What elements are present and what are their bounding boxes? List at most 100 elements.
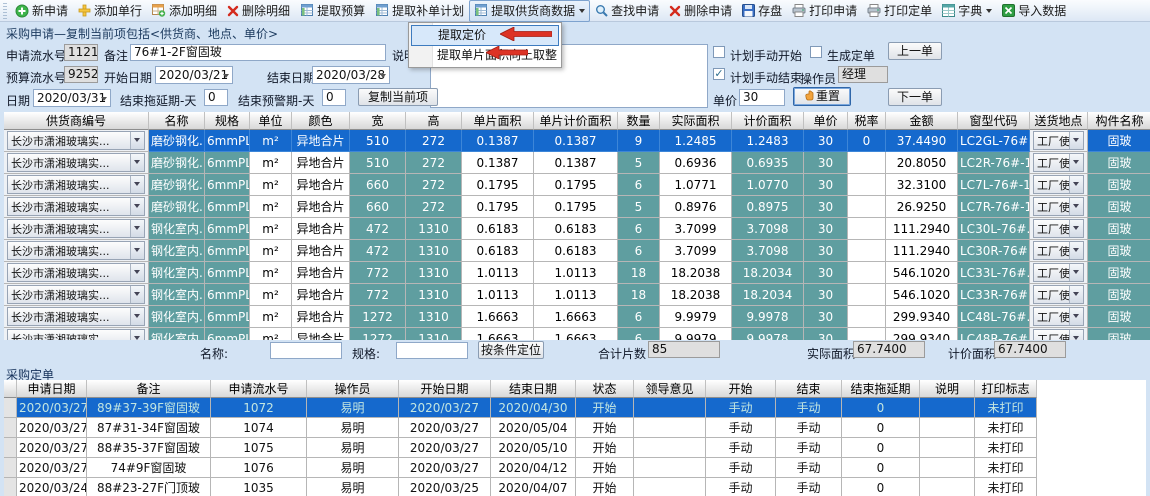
cell-delivery-combobox[interactable]: 工厂使用: [1030, 152, 1088, 174]
chevron-down-icon[interactable]: [130, 264, 144, 281]
order-row[interactable]: 2020/03/27 74#9F窗固玻 1076 易明 2020/03/27 2…: [4, 458, 1037, 478]
row-gutter[interactable]: [4, 438, 17, 458]
cell-supplier-combobox[interactable]: 长沙市潇湘玻璃实...: [4, 262, 149, 284]
budget-serial-field[interactable]: 9252: [64, 66, 98, 83]
cell-delivery-combobox[interactable]: 工厂使用: [1030, 262, 1088, 284]
chevron-down-icon[interactable]: [130, 220, 144, 237]
detail-table-row[interactable]: 长沙市潇湘玻璃实... 磨砂钢化... 6mmPLE... m² 异地合片 66…: [4, 174, 1150, 196]
end-delay-field[interactable]: 0: [204, 89, 228, 106]
cell-delivery-combobox[interactable]: 工厂使用: [1030, 306, 1088, 328]
order-row[interactable]: 2020/03/24 88#23-27F门顶玻 1035 易明 2020/03/…: [4, 478, 1037, 496]
cell-delivery-combobox[interactable]: 工厂使用: [1030, 284, 1088, 306]
plan-manual-start-checkbox[interactable]: [713, 46, 725, 58]
dictionary-button[interactable]: 字典: [937, 0, 997, 22]
chevron-down-icon[interactable]: [1069, 198, 1083, 215]
chevron-down-icon[interactable]: [130, 308, 144, 325]
toolbar-grip[interactable]: [3, 3, 7, 19]
cell-supplier-combobox[interactable]: 长沙市潇湘玻璃实...: [4, 174, 149, 196]
detail-table-row[interactable]: 长沙市潇湘玻璃实... 磨砂钢化... 6mmPLE... m² 异地合片 66…: [4, 196, 1150, 218]
chevron-down-icon[interactable]: [1069, 220, 1083, 237]
order-row[interactable]: 2020/03/27 87#31-34F窗固玻 1074 易明 2020/03/…: [4, 418, 1037, 438]
cell-supplier-combobox[interactable]: 长沙市潇湘玻璃实...: [4, 306, 149, 328]
col-start-date: 开始日期: [399, 380, 491, 398]
detail-table-row[interactable]: 长沙市潇湘玻璃实... 钢化室内... 6mmPLE... m² 异地合片 77…: [4, 284, 1150, 306]
cell-actual-area: 0.6936: [660, 152, 732, 174]
chevron-down-icon[interactable]: [1069, 176, 1083, 193]
cell-supplier-combobox[interactable]: 长沙市潇湘玻璃实...: [4, 284, 149, 306]
cell-delivery-combobox[interactable]: 工厂使用: [1030, 130, 1088, 152]
start-date-combobox[interactable]: 2020/03/21: [155, 66, 233, 84]
chevron-down-icon[interactable]: [1069, 330, 1083, 340]
import-data-button[interactable]: 导入数据: [997, 0, 1071, 22]
extract-supplement-plan-button[interactable]: 提取补单计划: [370, 0, 469, 22]
detail-table-row[interactable]: 长沙市潇湘玻璃实... 磨砂钢化... 6mmPLE... m² 异地合片 51…: [4, 152, 1150, 174]
menu-item-extract-piece-area-roundup[interactable]: 提取单片面积向上取整: [411, 46, 559, 65]
extract-supplier-data-button[interactable]: 提取供货商数据: [469, 0, 590, 22]
order-row[interactable]: 2020/03/27 89#37-39F窗固玻 1072 易明 2020/03/…: [4, 398, 1037, 418]
delete-detail-button[interactable]: 删除明细: [222, 0, 295, 22]
copy-current-button[interactable]: 复制当前项: [358, 88, 438, 106]
order-row[interactable]: 2020/03/27 88#35-37F窗固玻 1075 易明 2020/03/…: [4, 438, 1037, 458]
extract-budget-button[interactable]: 提取预算: [295, 0, 370, 22]
add-detail-button[interactable]: 添加明细: [147, 0, 222, 22]
end-date-combobox[interactable]: 2020/03/28: [312, 66, 390, 84]
cell-supplier-combobox[interactable]: 长沙市潇湘玻璃实...: [4, 196, 149, 218]
filter-name-field[interactable]: [270, 342, 342, 359]
detail-table-row[interactable]: 长沙市潇湘玻璃实... 磨砂钢化... 6mmPLE... m² 异地合片 51…: [4, 130, 1150, 152]
chevron-down-icon[interactable]: [130, 198, 144, 215]
date-combobox[interactable]: 2020/03/31: [33, 89, 111, 107]
print-application-button[interactable]: 打印申请: [787, 0, 862, 22]
plan-manual-end-checkbox[interactable]: [713, 68, 725, 80]
print-order-button[interactable]: 打印定单: [862, 0, 937, 22]
remark-field[interactable]: 76#1-2F窗固玻: [130, 44, 386, 61]
next-order-button[interactable]: 下一单: [888, 88, 942, 106]
chevron-down-icon[interactable]: [130, 330, 144, 340]
row-gutter[interactable]: [4, 418, 17, 438]
unit-price-field[interactable]: 30: [739, 89, 785, 106]
chevron-down-icon[interactable]: [1069, 242, 1083, 259]
chevron-down-icon[interactable]: [130, 154, 144, 171]
detail-table-row[interactable]: 长沙市潇湘玻璃实... 钢化室内... 6mmPLE... m² 异地合片 77…: [4, 262, 1150, 284]
cell-delivery-combobox[interactable]: 工厂使用: [1030, 240, 1088, 262]
chevron-down-icon[interactable]: [1069, 264, 1083, 281]
detail-table-row[interactable]: 长沙市潇湘玻璃实... 钢化室内... 6mmPLE... m² 异地合片 12…: [4, 306, 1150, 328]
detail-table-row[interactable]: 长沙市潇湘玻璃实... 钢化室内... 6mmPLE... m² 异地合片 47…: [4, 240, 1150, 262]
chevron-down-icon[interactable]: [130, 132, 144, 149]
cell-supplier-combobox[interactable]: 长沙市潇湘玻璃实...: [4, 240, 149, 262]
search-application-button[interactable]: 查找申请: [590, 0, 664, 22]
cell-supplier-combobox[interactable]: 长沙市潇湘玻璃实...: [4, 152, 149, 174]
apply-serial-field[interactable]: 1121: [64, 44, 98, 61]
chevron-down-icon[interactable]: [1069, 286, 1083, 303]
detail-table-row[interactable]: 长沙市潇湘玻璃实... 钢化室内... 6mmPLE... m² 异地合片 47…: [4, 218, 1150, 240]
chevron-down-icon[interactable]: [1069, 308, 1083, 325]
prev-order-button[interactable]: 上一单: [888, 42, 942, 60]
locate-by-condition-button[interactable]: 按条件定位: [478, 341, 544, 359]
cell-supplier-combobox[interactable]: 长沙市潇湘玻璃实...: [4, 218, 149, 240]
end-warn-field[interactable]: 0: [322, 89, 346, 106]
add-single-row-button[interactable]: 添加单行: [73, 0, 147, 22]
cell-delivery-combobox[interactable]: 工厂使用: [1030, 174, 1088, 196]
chevron-down-icon[interactable]: [130, 286, 144, 303]
row-gutter[interactable]: [4, 478, 17, 496]
save-button[interactable]: 存盘: [737, 0, 787, 22]
cell-delivery-combobox[interactable]: 工厂使用: [1030, 328, 1088, 340]
filter-spec-field[interactable]: [396, 342, 468, 359]
cell-leader-opinion: [634, 478, 706, 496]
chevron-down-icon[interactable]: [130, 242, 144, 259]
chevron-down-icon[interactable]: [130, 176, 144, 193]
cell-supplier-combobox[interactable]: 长沙市潇湘玻璃实...: [4, 328, 149, 340]
cell-delivery-combobox[interactable]: 工厂使用: [1030, 196, 1088, 218]
new-application-button[interactable]: 新申请: [10, 0, 73, 22]
generate-order-checkbox[interactable]: [810, 46, 822, 58]
cell-delivery-combobox[interactable]: 工厂使用: [1030, 218, 1088, 240]
detail-table-row[interactable]: 长沙市潇湘玻璃实... 钢化室内... 6mmPLE... m² 异地合片 12…: [4, 328, 1150, 340]
row-gutter[interactable]: [4, 398, 17, 418]
reset-button[interactable]: 重置: [793, 87, 851, 106]
chevron-down-icon[interactable]: [1069, 154, 1083, 171]
toolbar: 新申请 添加单行 添加明细 删除明细 提取预算 提取补单计划 提取供货商数据: [0, 0, 1150, 22]
cell-supplier-combobox[interactable]: 长沙市潇湘玻璃实...: [4, 130, 149, 152]
delete-application-button[interactable]: 删除申请: [664, 0, 737, 22]
operator-field[interactable]: 经理: [838, 66, 888, 83]
row-gutter[interactable]: [4, 458, 17, 478]
chevron-down-icon[interactable]: [1069, 132, 1083, 149]
